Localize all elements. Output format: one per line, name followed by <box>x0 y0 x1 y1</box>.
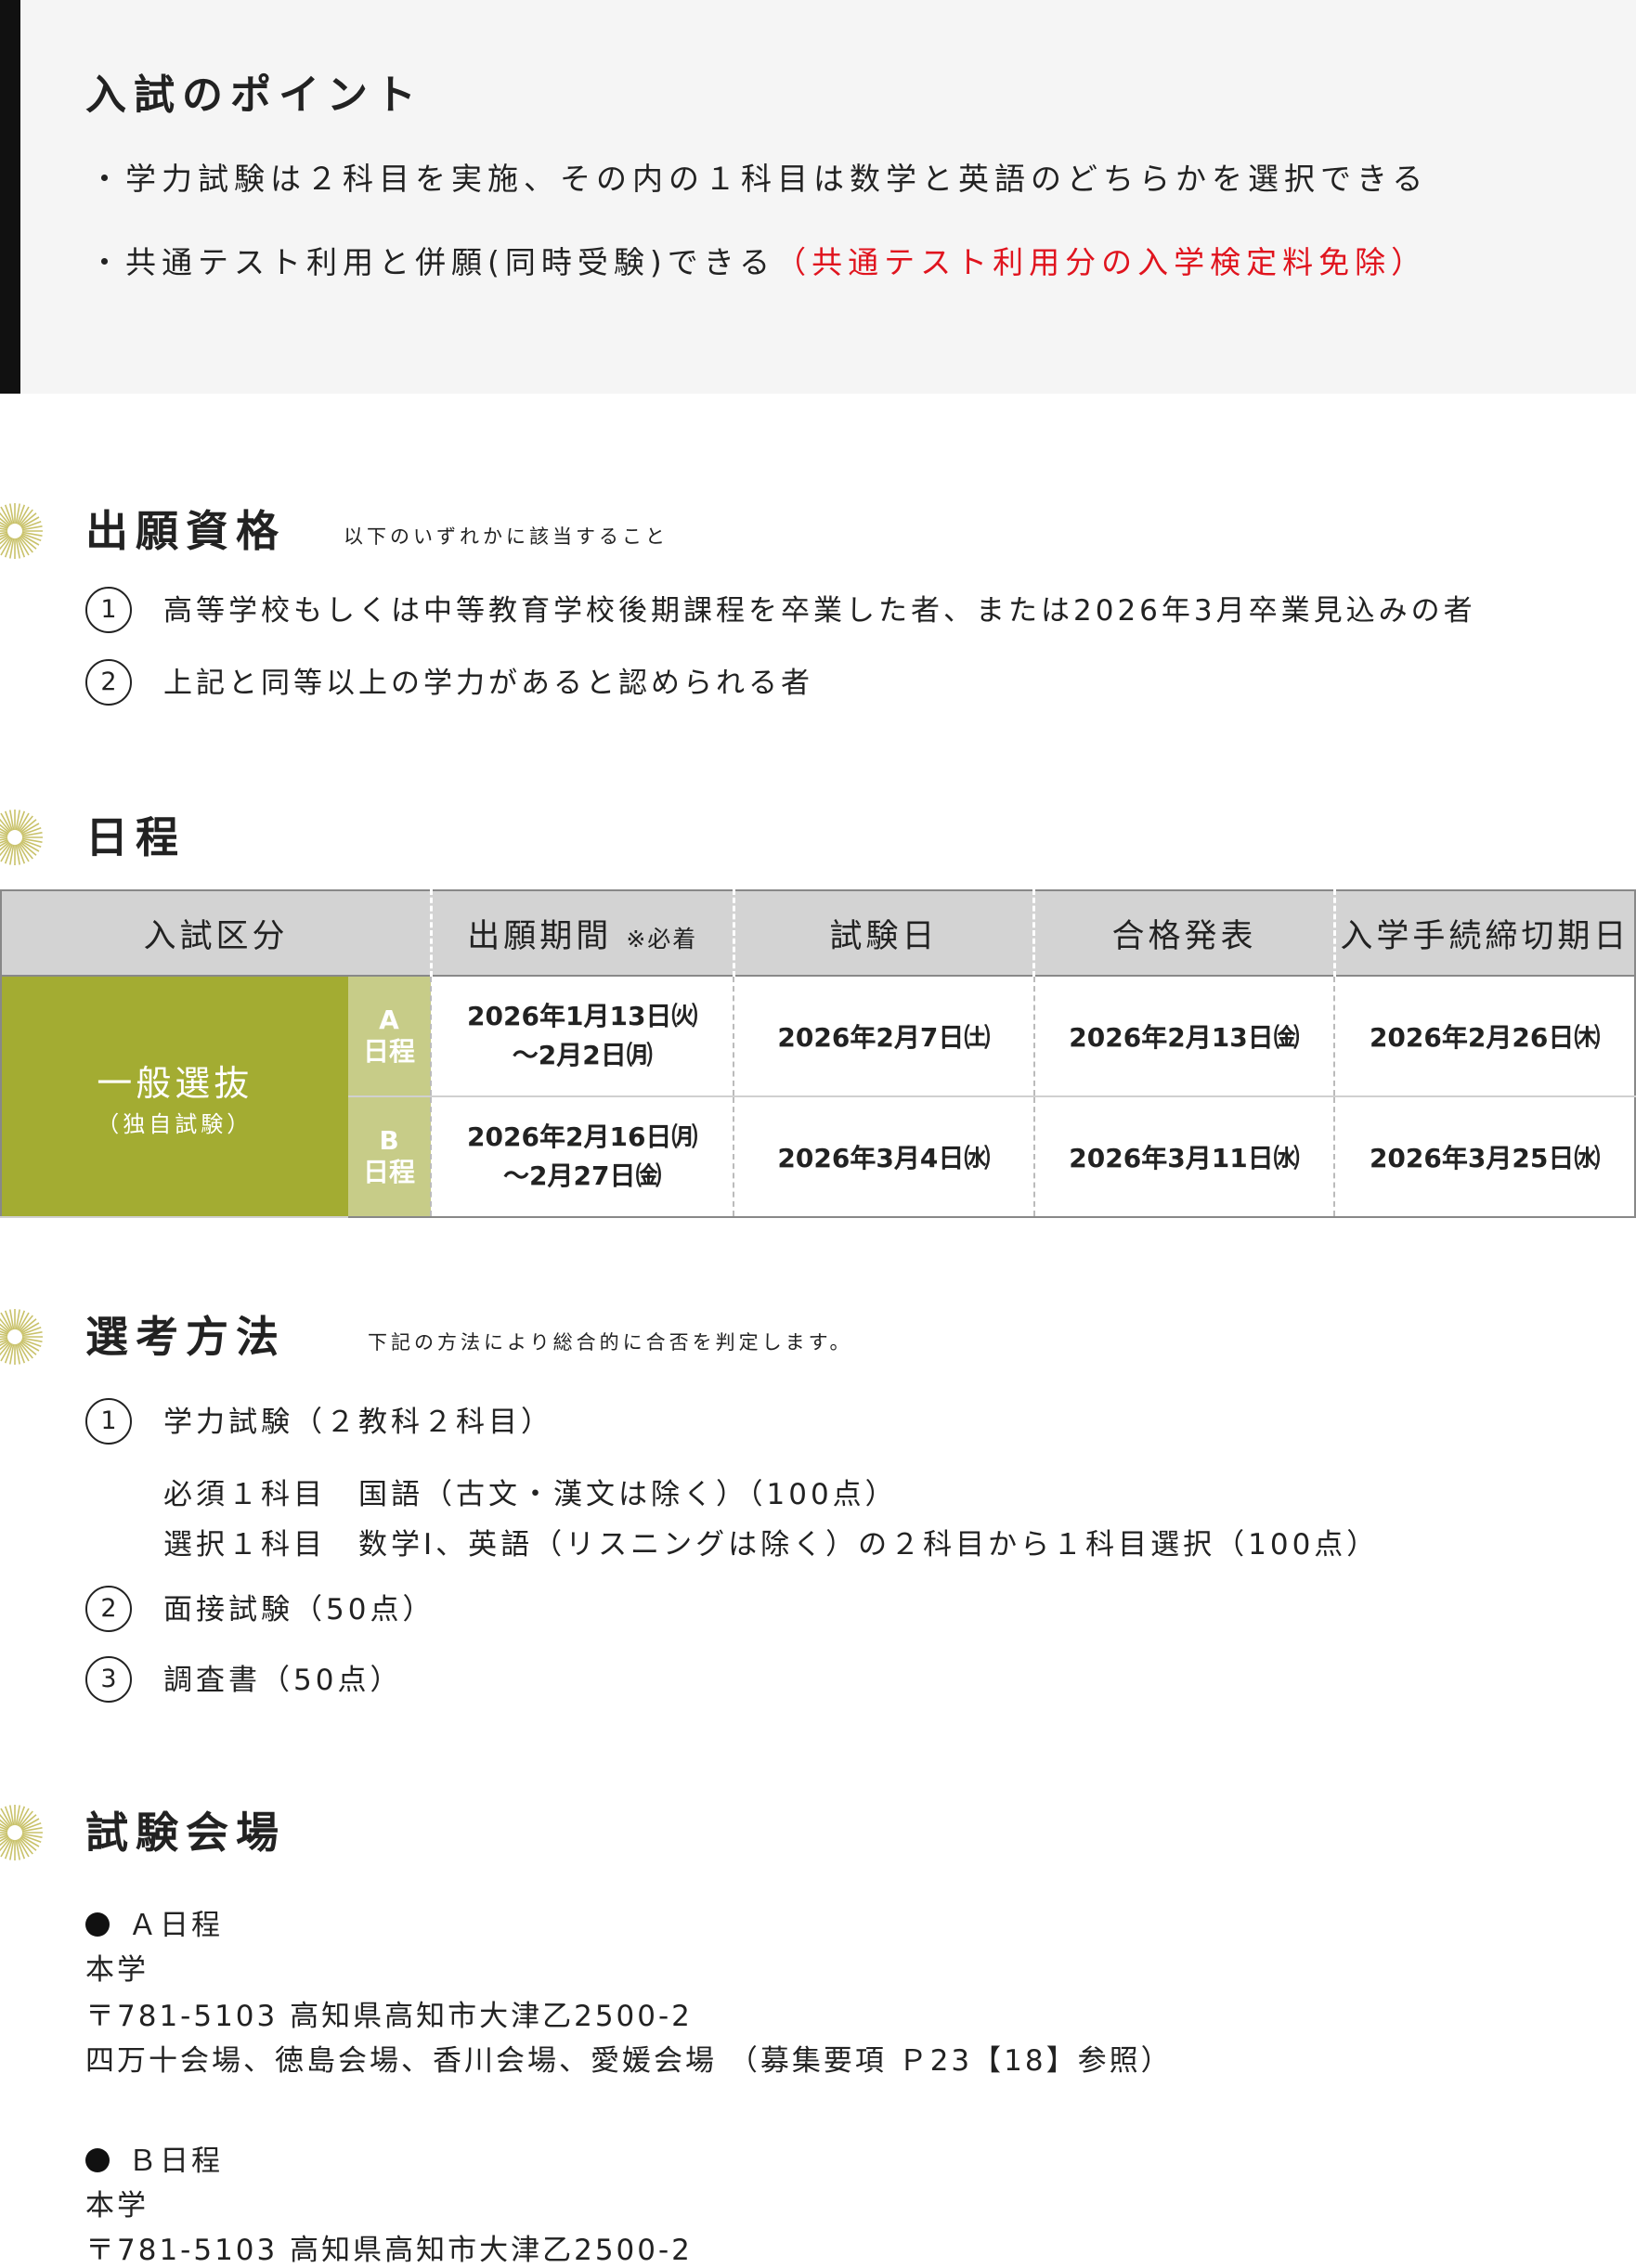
sub-label: 日程 <box>362 1157 415 1187</box>
period-start: 2026年1月13日㈫ <box>467 1001 698 1031</box>
points-line-2: ・共通テスト利用と併願(同時受験)できる（共通テスト利用分の入学検定料免除） <box>89 238 1427 282</box>
schedule-table: 入試区分 出願期間 ※必着 試験日 合格発表 入学手続締切期日 一般選抜 （独自… <box>0 889 1636 1218</box>
selection-title: 選考方法 <box>85 1312 286 1362</box>
deadline-cell: 2026年3月25日㈬ <box>1333 1096 1636 1218</box>
circled-number: 1 <box>85 1398 132 1445</box>
sun-icon <box>0 1309 43 1365</box>
selection-subline-2: 選択１科目 数学Ⅰ、英語（リスニングは除く）の２科目から１科目選択（100点） <box>163 1528 1380 1562</box>
exam-cell: 2026年3月4日㈬ <box>733 1096 1034 1218</box>
period-cell: 2026年2月16日㈪ ～2月27日㈮ <box>430 1096 734 1218</box>
venue-a-place: 本学 <box>85 1953 149 1987</box>
venue-a-others: 四万十会場、徳島会場、香川会場、愛媛会場 （募集要項 Ｐ23【18】参照） <box>85 2044 1173 2078</box>
period-end: ～2月2日㈪ <box>512 1040 653 1070</box>
category-cell: 一般選抜 （独自試験） <box>0 976 348 1218</box>
category-main: 一般選抜 <box>97 1063 253 1104</box>
circled-number: 2 <box>85 1586 132 1632</box>
header-period-label: 出願期間 <box>467 917 613 955</box>
period-start: 2026年2月16日㈪ <box>467 1121 698 1152</box>
schedule-title: 日程 <box>85 812 186 862</box>
venue-b-label-text: Ｂ日程 <box>128 2145 223 2178</box>
period-cell: 2026年1月13日㈫ ～2月2日㈪ <box>430 976 734 1097</box>
circled-number: 3 <box>85 1656 132 1703</box>
sun-icon <box>0 1805 43 1860</box>
points-title: 入試のポイント <box>85 71 423 119</box>
circled-number: 1 <box>85 587 132 633</box>
sub-letter: B <box>379 1125 399 1156</box>
points-box: 入試のポイント ・学力試験は２科目を実施、その内の１科目は数学と英語のどちらかを… <box>0 0 1636 394</box>
eligibility-item-text: 高等学校もしくは中等教育学校後期課程を卒業した者、または2026年3月卒業見込み… <box>163 594 1476 628</box>
exam-cell: 2026年2月7日㈯ <box>733 976 1034 1097</box>
result-cell: 2026年3月11日㈬ <box>1032 1096 1335 1218</box>
sub-category-a: A 日程 <box>347 976 432 1097</box>
selection-item-text: 学力試験（２教科２科目） <box>163 1406 553 1439</box>
selection-note: 下記の方法により総合的に合否を判定します。 <box>368 1331 853 1354</box>
eligibility-item-text: 上記と同等以上の学力があると認められる者 <box>163 667 813 700</box>
header-period-note: ※必着 <box>626 925 698 953</box>
sun-icon <box>0 503 43 559</box>
venue-a-label-text: Ａ日程 <box>128 1909 223 1942</box>
period-end: ～2月27日㈮ <box>503 1160 662 1191</box>
eligibility-title: 出願資格 <box>85 506 286 556</box>
header-period: 出願期間 ※必着 <box>429 889 734 977</box>
header-category: 入試区分 <box>0 889 432 977</box>
venue-b-place: 本学 <box>85 2189 149 2223</box>
category-sub: （独自試験） <box>97 1111 253 1137</box>
venue-b-label: Ｂ日程 <box>85 2137 223 2179</box>
venue-b-address: 〒781-5103 高知県高知市大津乙2500-2 <box>85 2234 693 2267</box>
points-accent-bar <box>0 0 20 394</box>
selection-item-text: 面接試験（50点） <box>163 1593 435 1626</box>
points-line-2-highlight: （共通テスト利用分の入学検定料免除） <box>775 244 1428 280</box>
deadline-cell: 2026年2月26日㈭ <box>1333 976 1636 1097</box>
venue-title: 試験会場 <box>85 1808 286 1858</box>
eligibility-note: 以下のいずれかに該当すること <box>344 525 669 548</box>
selection-subline-1: 必須１科目 国語（古文・漢文は除く）（100点） <box>163 1478 898 1511</box>
venue-a-label: Ａ日程 <box>85 1901 223 1943</box>
bullet-dot-icon <box>85 1912 110 1937</box>
header-exam-date: 試験日 <box>732 889 1034 977</box>
circled-number: 2 <box>85 659 132 706</box>
table-row: 一般選抜 （独自試験） A 日程 2026年1月13日㈫ ～2月2日㈪ 2026… <box>0 976 1636 1218</box>
selection-item-text: 調査書（50点） <box>163 1664 403 1697</box>
venue-a-address: 〒781-5103 高知県高知市大津乙2500-2 <box>85 2000 693 2033</box>
points-line-2-main: ・共通テスト利用と併願(同時受験)できる <box>89 244 776 280</box>
header-deadline: 入学手続締切期日 <box>1332 889 1636 977</box>
points-line-1: ・学力試験は２科目を実施、その内の１科目は数学と英語のどちらかを選択できる <box>89 161 1429 197</box>
sub-letter: A <box>379 1004 399 1035</box>
sun-icon <box>0 810 43 865</box>
sub-label: 日程 <box>362 1036 415 1067</box>
sub-category-b: B 日程 <box>347 1096 432 1218</box>
header-result: 合格発表 <box>1032 889 1335 977</box>
bullet-dot-icon <box>85 2148 110 2172</box>
result-cell: 2026年2月13日㈮ <box>1032 976 1335 1097</box>
